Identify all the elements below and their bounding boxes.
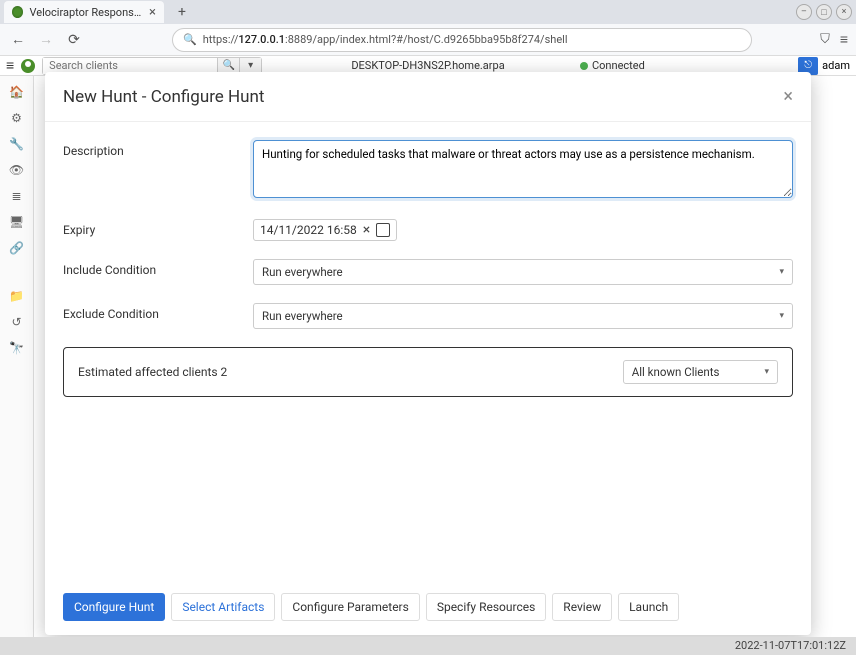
tab-title: Velociraptor Response a [29,6,143,19]
status-dot-icon [580,62,588,70]
exclude-condition-label: Exclude Condition [63,303,253,321]
minimize-button[interactable]: – [796,4,812,20]
forward-button[interactable]: → [36,30,56,50]
tab-specify-resources[interactable]: Specify Resources [426,593,546,621]
search-icon: 🔍 [183,33,197,46]
sidebar-home-icon[interactable]: 🏠 [9,84,25,100]
close-window-button[interactable]: × [836,4,852,20]
description-label: Description [63,140,253,158]
maximize-button[interactable]: □ [816,4,832,20]
expiry-value[interactable]: 14/11/2022 16:58 [260,223,357,237]
include-condition-value: Run everywhere [262,265,343,279]
sidebar-link-icon[interactable]: 🔗 [9,240,25,256]
exclude-condition-value: Run everywhere [262,309,343,323]
tab-favicon [12,6,23,18]
tab-launch[interactable]: Launch [618,593,679,621]
affected-clients-value: All known Clients [632,365,720,379]
tab-select-artifacts[interactable]: Select Artifacts [171,593,275,621]
clear-date-icon[interactable]: × [363,222,370,238]
hamburger-icon[interactable]: ≡ [6,57,14,74]
close-tab-icon[interactable]: × [149,5,156,20]
sidebar-wrench-icon[interactable]: 🔧 [9,136,25,152]
hunt-modal: New Hunt - Configure Hunt × Description … [45,72,811,635]
description-input[interactable] [253,140,793,198]
sidebar-folder-icon[interactable]: 📁 [9,288,25,304]
timestamp: 2022-11-07T17:01:12Z [0,637,856,655]
url-bar[interactable]: 🔍 https://127.0.0.1:8889/app/index.html?… [172,28,752,52]
tab-configure-hunt[interactable]: Configure Hunt [63,593,165,621]
url-text: https://127.0.0.1:8889/app/index.html?#/… [203,33,568,46]
browser-tab[interactable]: Velociraptor Response a × [4,1,164,23]
exclude-condition-select[interactable]: Run everywhere ▾ [253,303,793,329]
sidebar-binoculars-icon[interactable]: 🔭 [9,340,25,356]
new-tab-button[interactable]: + [172,4,192,20]
menu-icon[interactable]: ≡ [840,31,848,48]
affected-clients-box: Estimated affected clients 2 All known C… [63,347,793,397]
chevron-down-icon: ▾ [779,311,784,321]
tab-configure-parameters[interactable]: Configure Parameters [281,593,419,621]
affected-clients-select[interactable]: All known Clients ▾ [623,360,778,384]
connection-status: Connected [580,59,645,72]
username: adam [822,59,850,72]
include-condition-select[interactable]: Run everywhere ▾ [253,259,793,285]
chevron-down-icon: ▾ [764,367,769,377]
include-condition-label: Include Condition [63,259,253,277]
affected-clients-label: Estimated affected clients 2 [78,365,227,379]
back-button[interactable]: ← [8,30,28,50]
host-name: DESKTOP-DH3NS2P.home.arpa [351,59,504,72]
expiry-label: Expiry [63,219,253,237]
shield-icon[interactable]: ⛉ [820,32,830,47]
sidebar-server-icon[interactable]: 🖥 [9,214,25,230]
sidebar-gear-icon[interactable]: ⚙ [9,110,25,126]
calendar-icon[interactable] [376,223,390,237]
reload-button[interactable]: ⟳ [64,30,84,50]
tab-review[interactable]: Review [552,593,612,621]
sidebar-history-icon[interactable]: ↺ [9,314,25,330]
modal-close-button[interactable]: × [783,86,793,107]
chevron-down-icon: ▾ [779,267,784,277]
app-logo [20,58,36,74]
modal-title: New Hunt - Configure Hunt [63,87,265,107]
sidebar-list-icon[interactable]: ≣ [9,188,25,204]
sidebar-eye-icon[interactable]: 👁 [9,162,25,178]
